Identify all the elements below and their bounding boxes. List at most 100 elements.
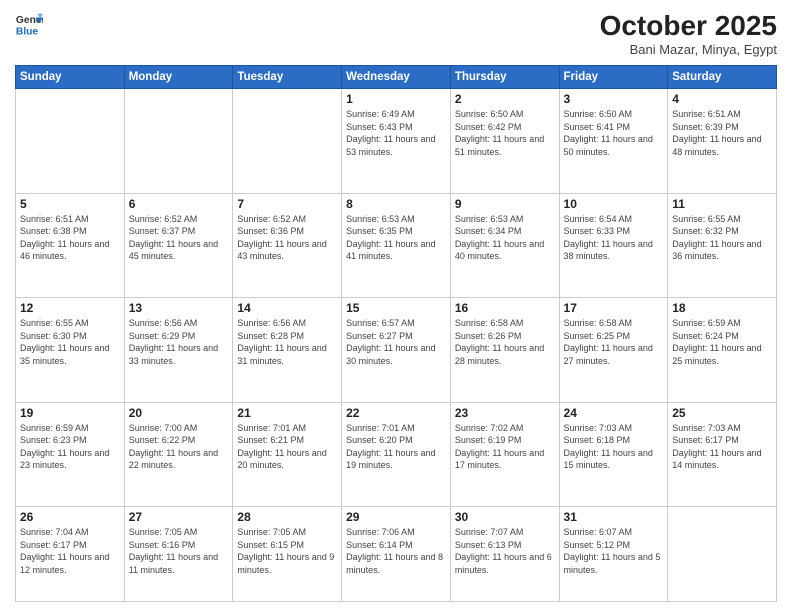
- day-info: Sunrise: 6:53 AM Sunset: 6:35 PM Dayligh…: [346, 213, 446, 263]
- day-info: Sunrise: 6:50 AM Sunset: 6:41 PM Dayligh…: [564, 108, 664, 158]
- day-info: Sunrise: 6:59 AM Sunset: 6:23 PM Dayligh…: [20, 422, 120, 472]
- calendar-cell: 1Sunrise: 6:49 AM Sunset: 6:43 PM Daylig…: [342, 89, 451, 194]
- day-number: 17: [564, 301, 664, 315]
- day-info: Sunrise: 7:07 AM Sunset: 6:13 PM Dayligh…: [455, 526, 555, 576]
- calendar-cell: [233, 89, 342, 194]
- day-number: 2: [455, 92, 555, 106]
- day-info: Sunrise: 7:00 AM Sunset: 6:22 PM Dayligh…: [129, 422, 229, 472]
- weekday-header-saturday: Saturday: [668, 66, 777, 89]
- day-info: Sunrise: 6:58 AM Sunset: 6:26 PM Dayligh…: [455, 317, 555, 367]
- day-info: Sunrise: 7:01 AM Sunset: 6:20 PM Dayligh…: [346, 422, 446, 472]
- weekday-header-tuesday: Tuesday: [233, 66, 342, 89]
- calendar-cell: 16 Sunrise: 6:58 AM Sunset: 6:26 PM Dayli…: [450, 298, 559, 403]
- day-number: 11: [672, 197, 772, 211]
- calendar-table: SundayMondayTuesdayWednesdayThursdayFrid…: [15, 65, 777, 602]
- day-info: Sunrise: 6:55 AM Sunset: 6:32 PM Dayligh…: [672, 213, 772, 263]
- calendar-cell: 7Sunrise: 6:52 AM Sunset: 6:36 PM Daylig…: [233, 193, 342, 298]
- calendar-cell: 26 Sunrise: 7:04 AM Sunset: 6:17 PM Dayli…: [16, 507, 125, 602]
- day-number: 14: [237, 301, 337, 315]
- calendar-cell: 11 Sunrise: 6:55 AM Sunset: 6:32 PM Dayli…: [668, 193, 777, 298]
- day-info: Sunrise: 6:58 AM Sunset: 6:25 PM Dayligh…: [564, 317, 664, 367]
- page: General Blue October 2025 Bani Mazar, Mi…: [0, 0, 792, 612]
- day-info: Sunrise: 6:51 AM Sunset: 6:38 PM Dayligh…: [20, 213, 120, 263]
- calendar-cell: 8 Sunrise: 6:53 AM Sunset: 6:35 PM Daylig…: [342, 193, 451, 298]
- calendar-cell: 17 Sunrise: 6:58 AM Sunset: 6:25 PM Dayli…: [559, 298, 668, 403]
- day-info: Sunrise: 6:56 AM Sunset: 6:28 PM Dayligh…: [237, 317, 337, 367]
- day-info: Sunrise: 6:49 AM Sunset: 6:43 PM Dayligh…: [346, 108, 446, 158]
- day-number: 27: [129, 510, 229, 524]
- day-number: 16: [455, 301, 555, 315]
- day-info: Sunrise: 7:03 AM Sunset: 6:17 PM Dayligh…: [672, 422, 772, 472]
- calendar-cell: 12Sunrise: 6:55 AM Sunset: 6:30 PM Dayli…: [16, 298, 125, 403]
- day-info: Sunrise: 7:06 AM Sunset: 6:14 PM Dayligh…: [346, 526, 446, 576]
- calendar-cell: 20 Sunrise: 7:00 AM Sunset: 6:22 PM Dayli…: [124, 402, 233, 507]
- day-info: Sunrise: 6:55 AM Sunset: 6:30 PM Dayligh…: [20, 317, 120, 367]
- day-info: Sunrise: 6:52 AM Sunset: 6:37 PM Dayligh…: [129, 213, 229, 263]
- weekday-header-sunday: Sunday: [16, 66, 125, 89]
- day-info: Sunrise: 7:02 AM Sunset: 6:19 PM Dayligh…: [455, 422, 555, 472]
- day-number: 22: [346, 406, 446, 420]
- day-info: Sunrise: 6:50 AM Sunset: 6:42 PM Dayligh…: [455, 108, 555, 158]
- calendar-week-row: 26 Sunrise: 7:04 AM Sunset: 6:17 PM Dayli…: [16, 507, 777, 602]
- day-number: 6: [129, 197, 229, 211]
- svg-text:Blue: Blue: [16, 26, 39, 37]
- day-number: 30: [455, 510, 555, 524]
- day-number: 13: [129, 301, 229, 315]
- day-info: Sunrise: 6:51 AM Sunset: 6:39 PM Dayligh…: [672, 108, 772, 158]
- calendar-cell: 18 Sunrise: 6:59 AM Sunset: 6:24 PM Dayli…: [668, 298, 777, 403]
- day-number: 25: [672, 406, 772, 420]
- calendar-cell: 10 Sunrise: 6:54 AM Sunset: 6:33 PM Dayli…: [559, 193, 668, 298]
- day-info: Sunrise: 6:59 AM Sunset: 6:24 PM Dayligh…: [672, 317, 772, 367]
- day-info: Sunrise: 6:57 AM Sunset: 6:27 PM Dayligh…: [346, 317, 446, 367]
- day-number: 26: [20, 510, 120, 524]
- calendar-cell: 19 Sunrise: 6:59 AM Sunset: 6:23 PM Dayli…: [16, 402, 125, 507]
- calendar-cell: 5 Sunrise: 6:51 AM Sunset: 6:38 PM Daylig…: [16, 193, 125, 298]
- day-info: Sunrise: 7:05 AM Sunset: 6:16 PM Dayligh…: [129, 526, 229, 576]
- logo: General Blue: [15, 10, 43, 38]
- day-number: 5: [20, 197, 120, 211]
- day-info: Sunrise: 6:07 AM Sunset: 5:12 PM Dayligh…: [564, 526, 664, 576]
- weekday-header-monday: Monday: [124, 66, 233, 89]
- calendar-cell: 21Sunrise: 7:01 AM Sunset: 6:21 PM Dayli…: [233, 402, 342, 507]
- day-number: 20: [129, 406, 229, 420]
- day-number: 15: [346, 301, 446, 315]
- day-info: Sunrise: 7:04 AM Sunset: 6:17 PM Dayligh…: [20, 526, 120, 576]
- day-number: 18: [672, 301, 772, 315]
- day-info: Sunrise: 7:01 AM Sunset: 6:21 PM Dayligh…: [237, 422, 337, 472]
- logo-icon: General Blue: [15, 10, 43, 38]
- calendar-cell: 2 Sunrise: 6:50 AM Sunset: 6:42 PM Daylig…: [450, 89, 559, 194]
- day-number: 10: [564, 197, 664, 211]
- day-number: 29: [346, 510, 446, 524]
- day-number: 3: [564, 92, 664, 106]
- day-number: 9: [455, 197, 555, 211]
- day-info: Sunrise: 6:56 AM Sunset: 6:29 PM Dayligh…: [129, 317, 229, 367]
- calendar-cell: 4 Sunrise: 6:51 AM Sunset: 6:39 PM Daylig…: [668, 89, 777, 194]
- calendar-cell: 24 Sunrise: 7:03 AM Sunset: 6:18 PM Dayli…: [559, 402, 668, 507]
- calendar-cell: 30 Sunrise: 7:07 AM Sunset: 6:13 PM Dayli…: [450, 507, 559, 602]
- day-info: Sunrise: 6:54 AM Sunset: 6:33 PM Dayligh…: [564, 213, 664, 263]
- month-title: October 2025: [600, 10, 777, 42]
- weekday-header-thursday: Thursday: [450, 66, 559, 89]
- day-number: 31: [564, 510, 664, 524]
- day-info: Sunrise: 6:53 AM Sunset: 6:34 PM Dayligh…: [455, 213, 555, 263]
- day-info: Sunrise: 6:52 AM Sunset: 6:36 PM Dayligh…: [237, 213, 337, 263]
- calendar-cell: 23Sunrise: 7:02 AM Sunset: 6:19 PM Dayli…: [450, 402, 559, 507]
- calendar-cell: 29 Sunrise: 7:06 AM Sunset: 6:14 PM Dayli…: [342, 507, 451, 602]
- weekday-header-wednesday: Wednesday: [342, 66, 451, 89]
- weekday-header-row: SundayMondayTuesdayWednesdayThursdayFrid…: [16, 66, 777, 89]
- day-number: 28: [237, 510, 337, 524]
- calendar-cell: 6 Sunrise: 6:52 AM Sunset: 6:37 PM Daylig…: [124, 193, 233, 298]
- calendar-cell: 14 Sunrise: 6:56 AM Sunset: 6:28 PM Dayli…: [233, 298, 342, 403]
- day-number: 19: [20, 406, 120, 420]
- calendar-cell: 15 Sunrise: 6:57 AM Sunset: 6:27 PM Dayli…: [342, 298, 451, 403]
- calendar-cell: 9 Sunrise: 6:53 AM Sunset: 6:34 PM Daylig…: [450, 193, 559, 298]
- calendar-cell: [16, 89, 125, 194]
- day-info: Sunrise: 7:05 AM Sunset: 6:15 PM Dayligh…: [237, 526, 337, 576]
- day-info: Sunrise: 7:03 AM Sunset: 6:18 PM Dayligh…: [564, 422, 664, 472]
- day-number: 8: [346, 197, 446, 211]
- title-block: October 2025 Bani Mazar, Minya, Egypt: [600, 10, 777, 57]
- day-number: 24: [564, 406, 664, 420]
- calendar-week-row: 12Sunrise: 6:55 AM Sunset: 6:30 PM Dayli…: [16, 298, 777, 403]
- day-number: 4: [672, 92, 772, 106]
- weekday-header-friday: Friday: [559, 66, 668, 89]
